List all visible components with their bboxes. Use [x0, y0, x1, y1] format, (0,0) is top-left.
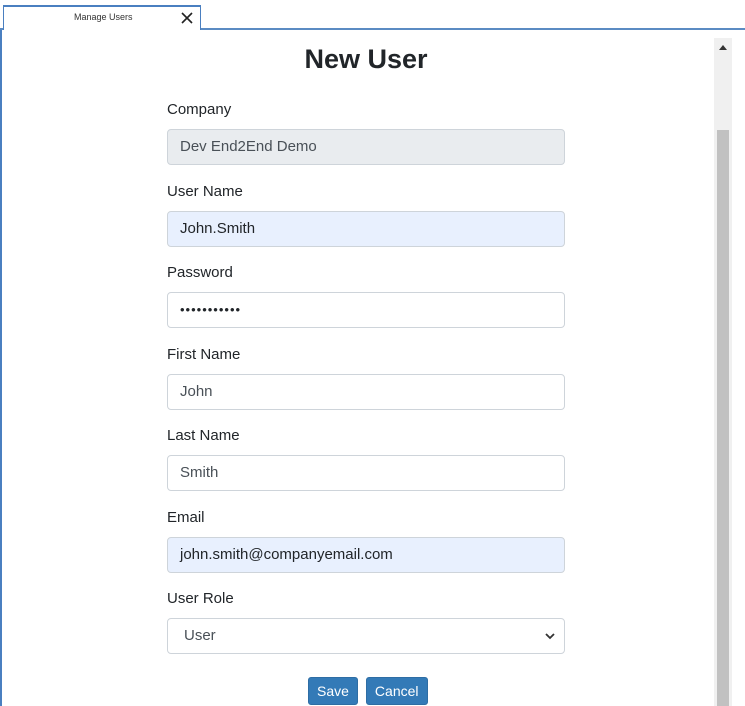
- vertical-scrollbar[interactable]: [714, 38, 732, 706]
- email-label: Email: [167, 509, 205, 526]
- password-label: Password: [167, 264, 233, 281]
- scroll-up-arrow[interactable]: [714, 38, 732, 56]
- user-role-label: User Role: [167, 590, 234, 607]
- close-icon[interactable]: [180, 11, 194, 25]
- first-name-field-group: First Name John: [167, 345, 565, 410]
- cancel-button[interactable]: Cancel: [365, 677, 428, 705]
- first-name-input[interactable]: John: [167, 374, 565, 410]
- user-role-selected-value: User: [184, 627, 216, 644]
- tab-manage-users[interactable]: Manage Users: [3, 5, 201, 30]
- chevron-down-icon: [545, 633, 555, 640]
- user-role-field-group: User Role User: [167, 589, 565, 654]
- password-input[interactable]: •••••••••••: [167, 292, 565, 328]
- company-field-group: Company Dev End2End Demo: [167, 100, 565, 165]
- arrow-up-icon: [719, 45, 727, 50]
- last-name-label: Last Name: [167, 427, 240, 444]
- form-actions: Save Cancel: [308, 677, 428, 705]
- username-field-group: User Name John.Smith: [167, 182, 565, 247]
- username-input[interactable]: John.Smith: [167, 211, 565, 247]
- save-button[interactable]: Save: [308, 677, 358, 705]
- tab-strip: Manage Users: [0, 0, 745, 30]
- company-input: Dev End2End Demo: [167, 129, 565, 165]
- tab-label: Manage Users: [74, 12, 133, 22]
- scrollbar-thumb[interactable]: [717, 130, 729, 706]
- username-label: User Name: [167, 183, 243, 200]
- first-name-label: First Name: [167, 346, 241, 363]
- password-field-group: Password •••••••••••: [167, 263, 565, 328]
- email-field-group: Email john.smith@companyemail.com: [167, 508, 565, 573]
- last-name-input[interactable]: Smith: [167, 455, 565, 491]
- page-title: New User: [304, 44, 428, 74]
- last-name-field-group: Last Name Smith: [167, 426, 565, 491]
- company-label: Company: [167, 101, 232, 118]
- user-role-select[interactable]: User: [167, 618, 565, 654]
- email-input[interactable]: john.smith@companyemail.com: [167, 537, 565, 573]
